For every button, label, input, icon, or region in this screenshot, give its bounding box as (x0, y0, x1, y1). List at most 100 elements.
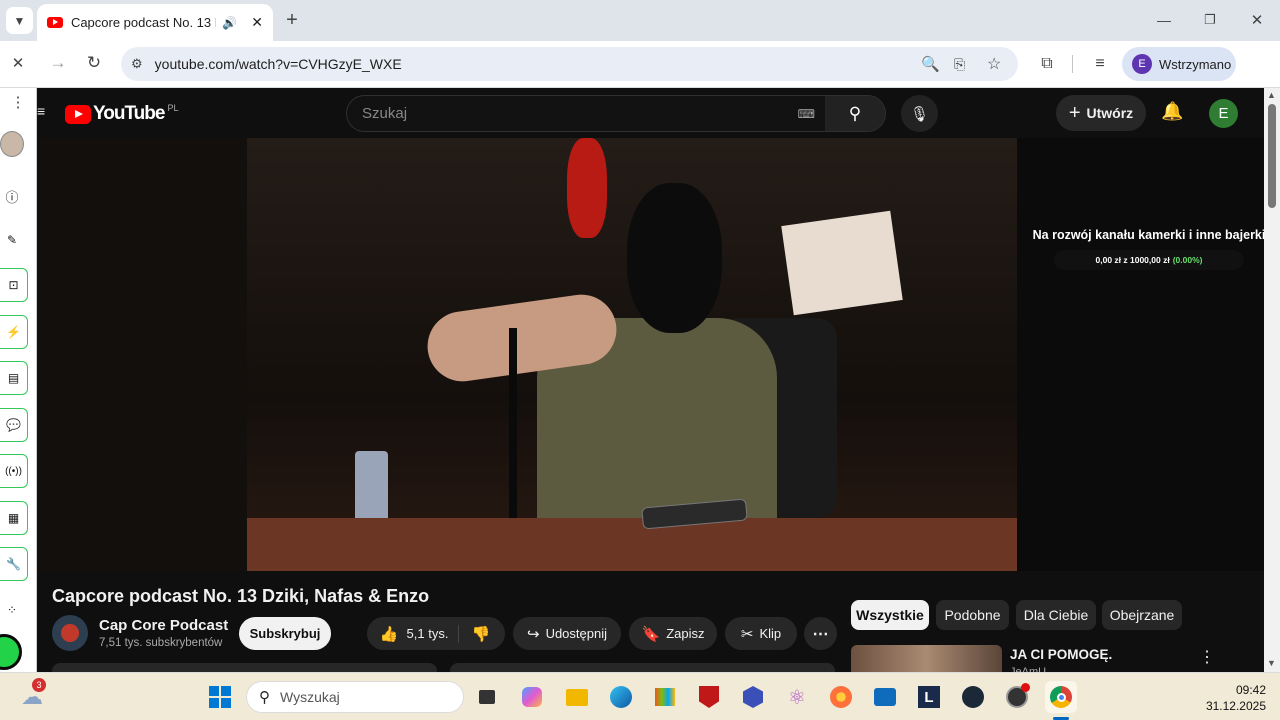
subscribe-button[interactable]: Subskrybuj (239, 617, 331, 650)
search-bar[interactable]: Szukaj ⌨ ⚲ (346, 95, 886, 132)
recommended-thumbnail[interactable] (851, 645, 1002, 672)
clock[interactable]: 09:42 31.12.2025 (1196, 682, 1266, 714)
zoom-icon[interactable]: 🔍 (921, 55, 940, 73)
install-app-icon[interactable]: ⎘ (954, 56, 965, 73)
channel-avatar[interactable] (52, 615, 88, 651)
filter-chip-related[interactable]: Podobne (936, 600, 1009, 630)
logo-text: YouTube (93, 103, 165, 124)
donation-goal-amount: 0,00 zł z 1000,00 zł (1095, 255, 1170, 265)
desk (247, 518, 1017, 571)
media-control-icon[interactable]: ≡ (1088, 52, 1112, 76)
subscriber-count: 7,51 tys. subskrybentów (99, 637, 223, 649)
speaker-icon[interactable]: 🔊 (222, 16, 237, 30)
search-input[interactable]: Szukaj (362, 105, 798, 122)
extensions-icon[interactable]: ⧉ (1035, 52, 1059, 76)
notifications-bell-icon[interactable]: 🔔 (1161, 101, 1183, 122)
like-button[interactable]: 👍 5,1 tys. (370, 624, 460, 643)
close-tab-icon[interactable]: ✕ (251, 14, 263, 31)
bookmark-icon: 🔖 (641, 625, 661, 643)
file-explorer-icon[interactable] (561, 681, 593, 713)
scrollbar-thumb[interactable] (1268, 104, 1276, 208)
chat-icon[interactable]: 💬 (0, 408, 28, 442)
clock-date: 31.12.2025 (1205, 699, 1266, 713)
donation-goal-bar: 0,00 zł z 1000,00 zł (0.00%) (1054, 250, 1244, 270)
omnibox[interactable]: ⚙ youtube.com/watch?v=CVHGzyE_WXE 🔍 ⎘ ☆ (121, 47, 1018, 81)
close-sidebar-icon[interactable]: ✕ (6, 51, 30, 75)
recommended-title[interactable]: JA CI POMOGĘ. (1010, 647, 1112, 662)
filter-chip-all[interactable]: Wszystkie (851, 600, 929, 630)
edge-icon[interactable] (605, 681, 637, 713)
apps-icon[interactable]: ⁘ (2, 600, 22, 620)
scissors-icon: ✂ (740, 625, 754, 643)
bookmark-star-icon[interactable]: ☆ (987, 54, 1001, 74)
start-windows-icon[interactable] (204, 681, 236, 713)
filter-chip-for-you[interactable]: Dla Ciebie (1016, 600, 1096, 630)
mcafee-icon[interactable] (693, 681, 725, 713)
site-info-icon[interactable]: ⚙ (131, 56, 143, 72)
keyboard-icon[interactable]: ⌨ (798, 107, 815, 121)
scroll-down-arrow-icon[interactable]: ▼ (1267, 658, 1276, 668)
green-assistant-icon[interactable] (0, 634, 22, 670)
thumbs-up-icon: 👍 (379, 625, 399, 643)
youtube-page: ≡ YouTube PL Szukaj ⌨ ⚲ 🎙 + Utwórz 🔔 E N… (37, 88, 1265, 672)
more-vert-icon[interactable]: ⋮ (8, 92, 28, 112)
profile-label: Wstrzymano (1159, 56, 1232, 72)
taskbar-search-input[interactable]: Wyszukaj (280, 689, 340, 705)
new-tab-icon[interactable]: + (280, 8, 304, 32)
clip-label: Klip (759, 626, 782, 641)
page-scrollbar[interactable]: ▲ ▼ (1264, 88, 1280, 672)
store-icon[interactable] (649, 681, 681, 713)
url-text[interactable]: youtube.com/watch?v=CVHGzyE_WXE (155, 56, 402, 72)
info-icon[interactable]: ⓘ (2, 186, 22, 206)
atom-app-icon[interactable]: ⚛ (781, 681, 813, 713)
microphone-icon: 🎙 (909, 105, 930, 123)
notes-icon[interactable]: ▤ (0, 361, 28, 395)
scroll-up-arrow-icon[interactable]: ▲ (1267, 90, 1276, 100)
chrome-icon[interactable] (1045, 681, 1077, 713)
recommended-more-icon[interactable]: ⋮ (1199, 647, 1215, 667)
clip-button[interactable]: ✂ Klip (725, 617, 797, 650)
tab-title: Capcore podcast No. 13 Dziki (70, 15, 216, 30)
l-app-icon[interactable]: L (913, 681, 945, 713)
taskbar-search[interactable]: ⚲ Wyszukaj (246, 681, 464, 713)
minimize-icon[interactable]: — (1152, 8, 1176, 32)
dislike-button[interactable]: 👎 (459, 625, 502, 643)
player-left-bg (37, 138, 247, 571)
close-window-icon[interactable]: ✕ (1245, 8, 1269, 32)
weather-widget[interactable]: ☁ 3 (16, 678, 48, 713)
channel-name[interactable]: Cap Core Podcast (99, 617, 228, 634)
outlook-icon[interactable] (869, 681, 901, 713)
voice-search-button[interactable]: 🎙 (901, 95, 938, 132)
reload-icon[interactable]: ↻ (82, 51, 106, 75)
lightning-icon[interactable]: ⚡ (0, 315, 28, 349)
restore-icon[interactable]: ❐ (1198, 8, 1222, 32)
firefox-icon[interactable] (825, 681, 857, 713)
recorder-icon[interactable] (1001, 681, 1033, 713)
screenshot-icon[interactable]: ⊡ (0, 268, 28, 302)
tab-list-dropdown-icon[interactable]: ▼ (6, 7, 33, 34)
wrench-icon[interactable]: 🔧 (0, 547, 28, 581)
filter-chip-watched[interactable]: Obejrzane (1102, 600, 1182, 630)
youtube-logo[interactable]: YouTube PL (65, 103, 178, 125)
pencil-icon[interactable]: ✎ (2, 230, 22, 250)
copilot-icon[interactable] (516, 681, 548, 713)
search-button[interactable]: ⚲ (825, 96, 885, 131)
thumbs-down-icon: 👎 (471, 625, 491, 643)
layout-icon[interactable]: ▦ (0, 501, 28, 535)
guide-menu-icon[interactable]: ≡ (37, 103, 45, 119)
profile-button[interactable]: E Wstrzymano (1122, 47, 1236, 81)
video-player[interactable] (247, 138, 1017, 571)
share-button[interactable]: ↪ Udostępnij (513, 617, 621, 650)
create-button[interactable]: + Utwórz (1056, 95, 1146, 131)
hexagon-app-icon[interactable] (737, 681, 769, 713)
sidebar-avatar[interactable] (0, 131, 24, 157)
playing-card (781, 210, 903, 316)
forward-icon[interactable]: → (46, 51, 70, 75)
broadcast-icon[interactable]: ((•)) (0, 454, 28, 488)
task-view-icon[interactable] (471, 681, 503, 713)
more-actions-button[interactable]: ⋯ (804, 617, 837, 650)
save-button[interactable]: 🔖 Zapisz (629, 617, 717, 650)
tab-active[interactable]: Capcore podcast No. 13 Dziki 🔊 ✕ (37, 4, 273, 41)
steam-icon[interactable] (957, 681, 989, 713)
account-avatar[interactable]: E (1209, 99, 1238, 128)
